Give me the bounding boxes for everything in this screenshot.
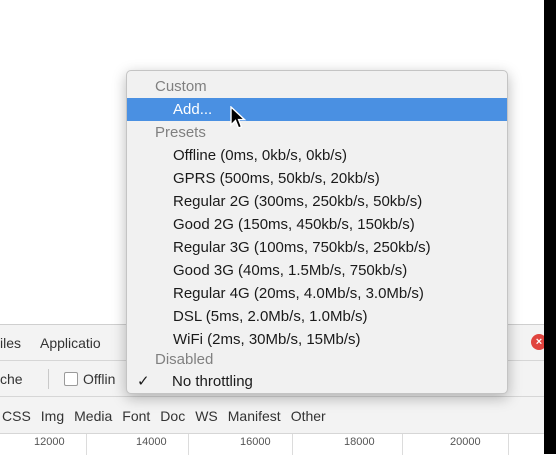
menu-item-label: DSL (5ms, 2.0Mb/s, 1.0Mb/s) — [173, 308, 368, 325]
filter-manifest[interactable]: Manifest — [228, 408, 281, 424]
timeline-ruler: 12000 14000 16000 18000 20000 — [0, 434, 544, 455]
menu-item-label: WiFi (2ms, 30Mb/s, 15Mb/s) — [173, 331, 361, 348]
grid-line — [188, 434, 189, 455]
timeline-value: 16000 — [240, 436, 271, 448]
window-edge — [544, 0, 556, 454]
menu-item-preset[interactable]: Regular 3G (100ms, 750kb/s, 250kb/s) — [127, 236, 507, 259]
menu-item-preset[interactable]: GPRS (500ms, 50kb/s, 20kb/s) — [127, 167, 507, 190]
offline-label[interactable]: Offlin — [83, 371, 115, 387]
disable-cache-label[interactable]: che — [0, 371, 23, 387]
filter-other[interactable]: Other — [291, 408, 326, 424]
mouse-pointer-icon — [230, 106, 247, 129]
menu-item-preset[interactable]: Good 3G (40ms, 1.5Mb/s, 750kb/s) — [127, 259, 507, 282]
filter-ws[interactable]: WS — [195, 408, 218, 424]
filter-img[interactable]: Img — [41, 408, 64, 424]
filter-media[interactable]: Media — [74, 408, 112, 424]
grid-line — [86, 434, 87, 455]
grid-line — [508, 434, 509, 455]
offline-checkbox[interactable] — [64, 372, 78, 386]
tab-application[interactable]: Applicatio — [40, 335, 101, 351]
menu-item-add[interactable]: Add... — [127, 98, 507, 121]
menu-item-label: Offline (0ms, 0kb/s, 0kb/s) — [173, 147, 347, 164]
grid-line — [402, 434, 403, 455]
menu-item-preset[interactable]: Good 2G (150ms, 450kb/s, 150kb/s) — [127, 213, 507, 236]
timeline-value: 18000 — [344, 436, 375, 448]
tab-files[interactable]: iles — [0, 335, 21, 351]
menu-item-label: Regular 2G (300ms, 250kb/s, 50kb/s) — [173, 193, 423, 210]
menu-item-label: Add... — [173, 101, 213, 118]
disabled-header: Disabled — [155, 351, 214, 368]
throttling-menu: Custom Add... Presets Offline (0ms, 0kb/… — [126, 70, 508, 394]
filter-font[interactable]: Font — [122, 408, 150, 424]
filter-bar: CSS Img Media Font Doc WS Manifest Other — [0, 397, 544, 434]
filter-css[interactable]: CSS — [2, 408, 31, 424]
menu-item-label: Regular 3G (100ms, 750kb/s, 250kb/s) — [173, 239, 431, 256]
menu-item-preset[interactable]: Regular 4G (20ms, 4.0Mb/s, 3.0Mb/s) — [127, 282, 507, 305]
menu-item-label: No throttling — [172, 373, 253, 390]
menu-item-preset[interactable]: Offline (0ms, 0kb/s, 0kb/s) — [127, 144, 507, 167]
menu-item-label: GPRS (500ms, 50kb/s, 20kb/s) — [173, 170, 380, 187]
checkmark-icon: ✓ — [137, 373, 150, 390]
menu-item-label: Good 3G (40ms, 1.5Mb/s, 750kb/s) — [173, 262, 408, 279]
timeline-value: 14000 — [136, 436, 167, 448]
menu-item-preset[interactable]: DSL (5ms, 2.0Mb/s, 1.0Mb/s) — [127, 305, 507, 328]
menu-item-no-throttling[interactable]: ✓ No throttling — [127, 371, 505, 393]
toolbar-divider — [48, 369, 49, 389]
grid-line — [292, 434, 293, 455]
timeline-value: 12000 — [34, 436, 65, 448]
menu-item-preset[interactable]: WiFi (2ms, 30Mb/s, 15Mb/s) — [127, 328, 507, 351]
menu-item-label: Good 2G (150ms, 450kb/s, 150kb/s) — [173, 216, 415, 233]
custom-header: Custom — [155, 78, 207, 95]
menu-item-preset[interactable]: Regular 2G (300ms, 250kb/s, 50kb/s) — [127, 190, 507, 213]
presets-header: Presets — [155, 124, 206, 141]
filter-doc[interactable]: Doc — [160, 408, 185, 424]
timeline-value: 20000 — [450, 436, 481, 448]
menu-item-label: Regular 4G (20ms, 4.0Mb/s, 3.0Mb/s) — [173, 285, 424, 302]
